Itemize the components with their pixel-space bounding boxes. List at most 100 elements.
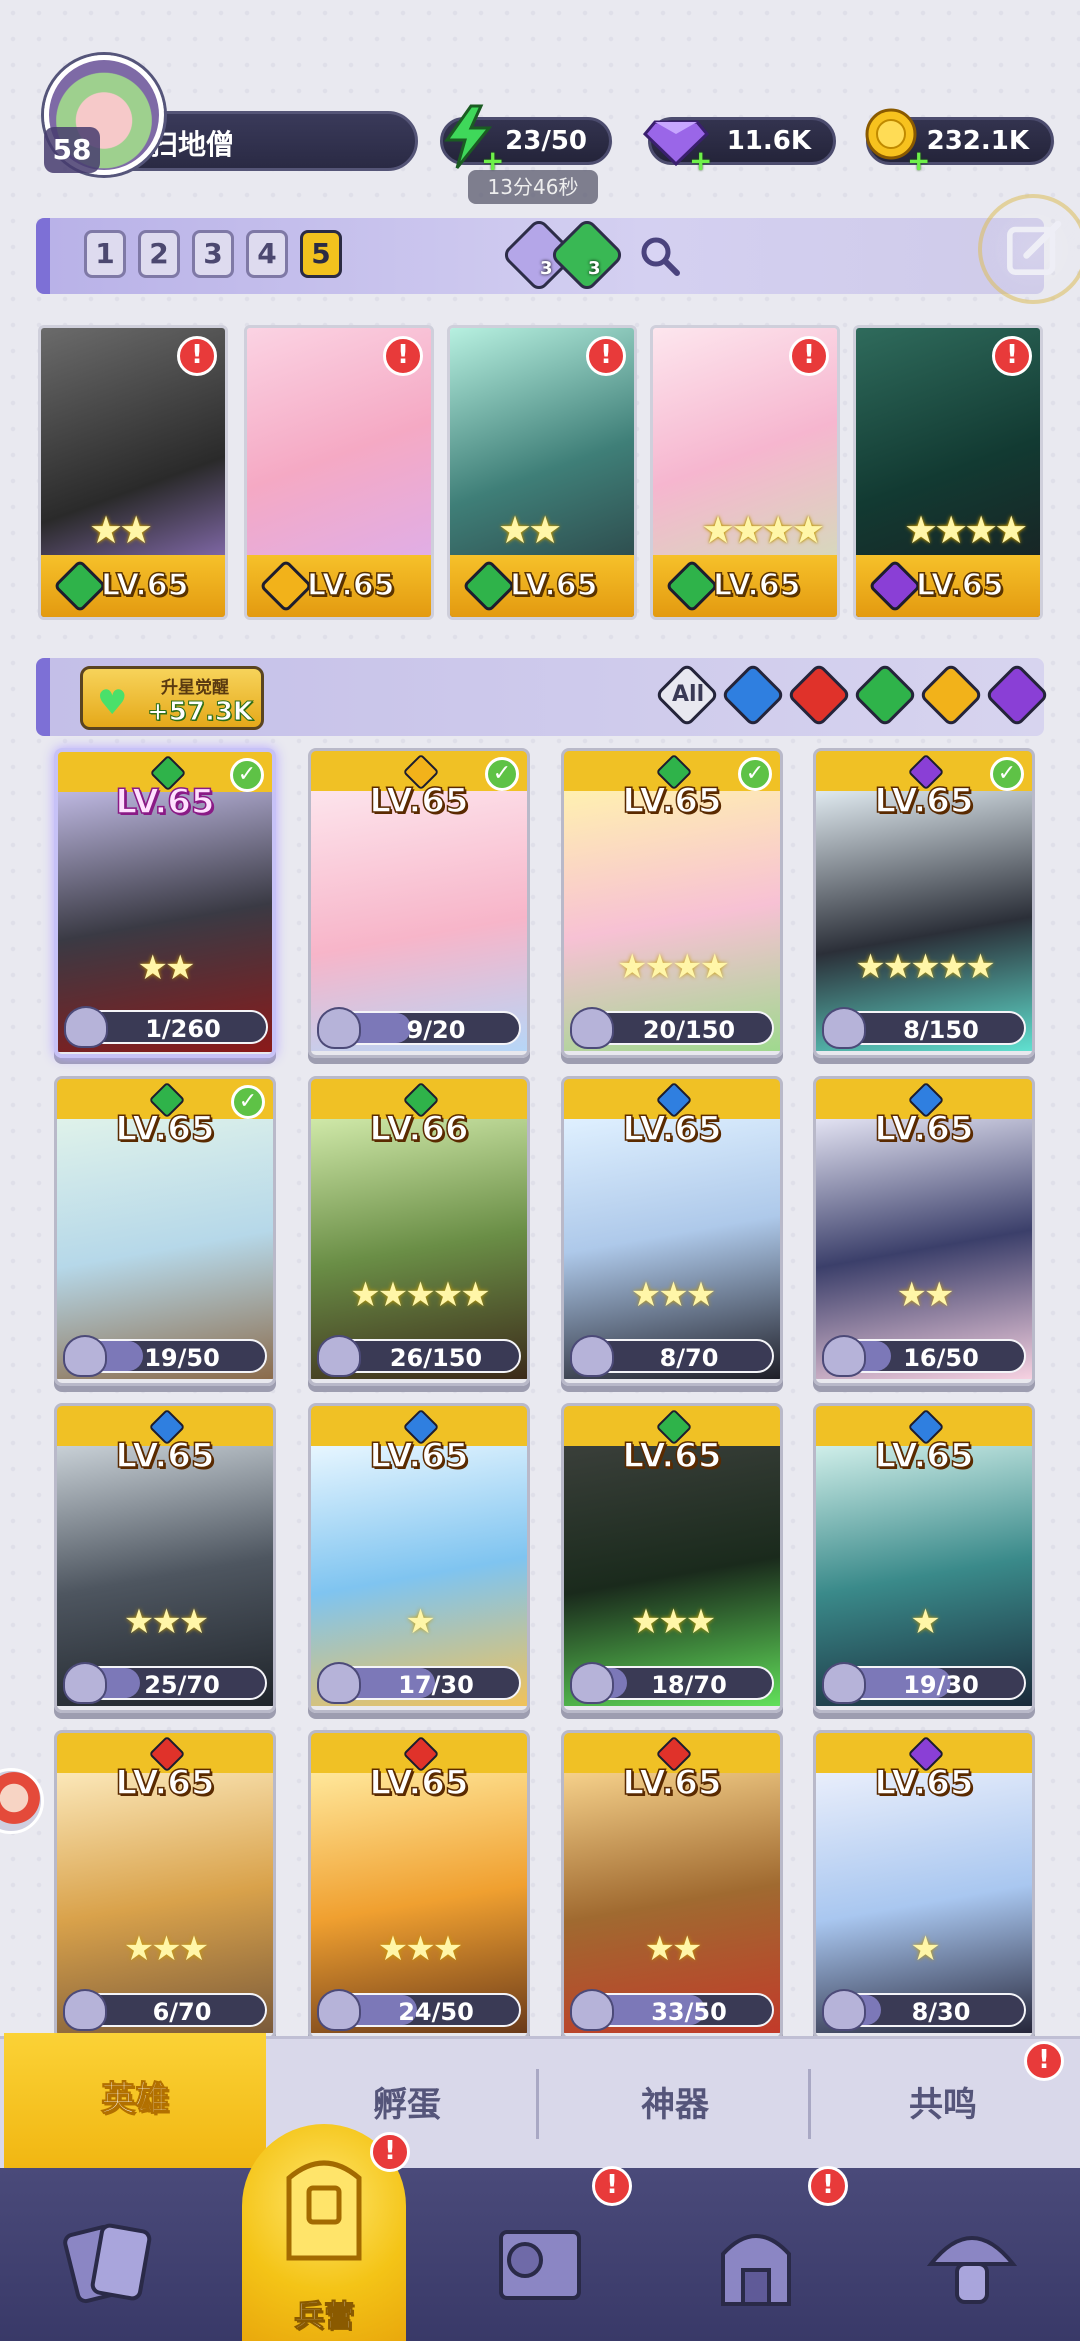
shard-progress-bar: 6/70 xyxy=(63,1989,267,2031)
shard-icon xyxy=(822,1662,866,1704)
hero-stars: ★★★ xyxy=(630,1602,716,1642)
hero-card[interactable]: LV.65 ★★★ 18/70 xyxy=(561,1403,783,1713)
gems-plus-icon[interactable]: + xyxy=(689,147,712,175)
hero-card[interactable]: LV.65 ★★★ 8/70 xyxy=(561,1076,783,1386)
hero-stars: ★ xyxy=(405,1602,435,1642)
gems-value: 11.6K xyxy=(726,126,811,156)
lineup-level: LV.65 xyxy=(915,567,1004,604)
shard-progress-bar: 17/30 xyxy=(317,1662,521,1704)
lineup-stars: ★★ xyxy=(89,508,153,552)
subtab-divider xyxy=(808,2069,811,2139)
lineup-alert-badge: ! xyxy=(789,336,829,376)
team-tab-3[interactable]: 3 xyxy=(192,230,234,278)
hero-card[interactable]: ✓ LV.65 ★★★★★ 8/150 xyxy=(813,748,1035,1058)
shard-count: 8/70 xyxy=(659,1344,719,1372)
gems-resource[interactable]: + 11.6K xyxy=(642,117,836,175)
shard-count: 8/150 xyxy=(903,1016,979,1044)
awaken-button[interactable]: ♥ 升星觉醒 +57.3K xyxy=(80,666,264,730)
shard-progress-bar: 8/150 xyxy=(822,1007,1026,1049)
hero-stars: ★★★★★ xyxy=(350,1275,490,1315)
player-profile[interactable]: 扫地僧 58 xyxy=(40,55,418,180)
nav-map[interactable]: ! xyxy=(432,2166,648,2341)
subtab-divider xyxy=(536,2069,539,2139)
shard-icon xyxy=(64,1006,108,1048)
hero-card[interactable]: LV.65 ★★★ 25/70 xyxy=(54,1403,276,1713)
filter-nature-icon[interactable] xyxy=(852,662,918,728)
hero-stars: ★★★★ xyxy=(617,947,730,987)
top-bar: 扫地僧 58 + 23/50 13分46秒 + 11.6K + 232.1K xyxy=(0,55,1080,205)
shard-count: 6/70 xyxy=(152,1998,212,2026)
hero-card[interactable]: LV.66 ★★★★★ 26/150 xyxy=(308,1076,530,1386)
team-tab-4[interactable]: 4 xyxy=(246,230,288,278)
shard-icon xyxy=(570,1989,614,2031)
shard-progress-bar: 20/150 xyxy=(570,1007,774,1049)
lineup-hero-card[interactable]: ★★★★ LV.65 ! xyxy=(650,325,840,620)
shard-count: 25/70 xyxy=(144,1671,220,1699)
filter-water-icon[interactable] xyxy=(720,662,786,728)
shard-count: 8/30 xyxy=(911,1998,971,2026)
hero-card[interactable]: LV.65 ★★ 16/50 xyxy=(813,1076,1035,1386)
shard-icon xyxy=(317,1007,361,1049)
nav-mushroom[interactable] xyxy=(864,2168,1080,2341)
hero-card[interactable]: ✓ LV.65 19/50 xyxy=(54,1076,276,1386)
filter-dark-icon[interactable] xyxy=(984,662,1050,728)
hero-card[interactable]: LV.65 ★★★ 6/70 xyxy=(54,1730,276,2040)
nav-cards[interactable] xyxy=(0,2168,216,2341)
hero-stars: ★★ xyxy=(896,1275,955,1315)
energy-timer: 13分46秒 xyxy=(468,170,598,204)
hero-level: LV.65 xyxy=(369,780,470,822)
hero-card[interactable]: ✓ LV.65 ★★ 1/260 xyxy=(54,748,276,1058)
shard-count: 16/50 xyxy=(903,1344,979,1372)
shard-icon xyxy=(63,1662,107,1704)
lineup-stars: ★★ xyxy=(498,508,562,552)
team-tab-1[interactable]: 1 xyxy=(84,230,126,278)
filter-light-icon[interactable] xyxy=(918,662,984,728)
filter-fire-icon[interactable] xyxy=(786,662,852,728)
heart-icon: ♥ xyxy=(97,683,128,723)
gold-resource[interactable]: + 232.1K xyxy=(865,108,1054,175)
lineup-level: LV.65 xyxy=(100,567,189,604)
sub-tabs: 英雄 孵蛋 神器 共鸣 ! xyxy=(0,2033,1080,2171)
team-nature-count: 3 xyxy=(588,258,601,279)
lineup-alert-badge: ! xyxy=(586,336,626,376)
nav-shop[interactable]: ! xyxy=(648,2166,864,2341)
team-tab-2[interactable]: 2 xyxy=(138,230,180,278)
shard-progress-bar: 33/50 xyxy=(570,1989,774,2031)
hero-card[interactable]: LV.65 ★ 17/30 xyxy=(308,1403,530,1713)
shard-icon xyxy=(822,1989,866,2031)
nav-barracks[interactable]: 兵营 ! xyxy=(216,2132,432,2341)
energy-resource[interactable]: + 23/50 xyxy=(440,104,612,175)
cards-icon xyxy=(63,2223,152,2304)
hero-level: LV.65 xyxy=(622,780,723,822)
lineup-alert-badge: ! xyxy=(383,336,423,376)
shard-progress-bar: 18/70 xyxy=(570,1662,774,1704)
lineup-hero-card[interactable]: ★★★★ LV.65 ! xyxy=(853,325,1043,620)
hero-level: LV.66 xyxy=(369,1108,470,1150)
shard-icon xyxy=(570,1335,614,1377)
hero-card[interactable]: LV.65 ★ 19/30 xyxy=(813,1403,1035,1713)
search-icon[interactable] xyxy=(638,234,682,278)
hero-level: LV.65 xyxy=(874,780,975,822)
lineup-hero-card[interactable]: LV.65 ! xyxy=(244,325,434,620)
hero-level: LV.65 xyxy=(115,1108,216,1150)
lineup-hero-card[interactable]: ★★ LV.65 ! xyxy=(38,325,228,620)
shard-progress-bar: 9/20 xyxy=(317,1007,521,1049)
subtab-artifact[interactable]: 神器 xyxy=(540,2039,810,2171)
lineup-hero-card[interactable]: ★★ LV.65 ! xyxy=(447,325,637,620)
hero-card[interactable]: LV.65 ★★ 33/50 xyxy=(561,1730,783,2040)
team-bar: 1 2 3 4 5 3 3 xyxy=(36,194,1080,304)
hero-level: LV.65 xyxy=(115,1762,216,1804)
hero-card[interactable]: ✓ LV.65 9/20 xyxy=(308,748,530,1058)
shard-icon xyxy=(317,1335,361,1377)
team-tab-5[interactable]: 5 xyxy=(300,230,342,278)
player-name: 扫地僧 xyxy=(150,128,235,161)
team-nature-chip-icon xyxy=(548,216,626,294)
shard-progress-bar: 26/150 xyxy=(317,1335,521,1377)
hero-card[interactable]: LV.65 ★★★ 24/50 xyxy=(308,1730,530,2040)
edit-team-icon[interactable] xyxy=(978,194,1080,304)
shard-icon xyxy=(822,1335,866,1377)
energy-plus-icon[interactable]: + xyxy=(481,147,504,175)
hero-card[interactable]: LV.65 ★ 8/30 xyxy=(813,1730,1035,2040)
hero-card[interactable]: ✓ LV.65 ★★★★ 20/150 xyxy=(561,748,783,1058)
subtab-heroes[interactable]: 英雄 xyxy=(4,2033,266,2171)
